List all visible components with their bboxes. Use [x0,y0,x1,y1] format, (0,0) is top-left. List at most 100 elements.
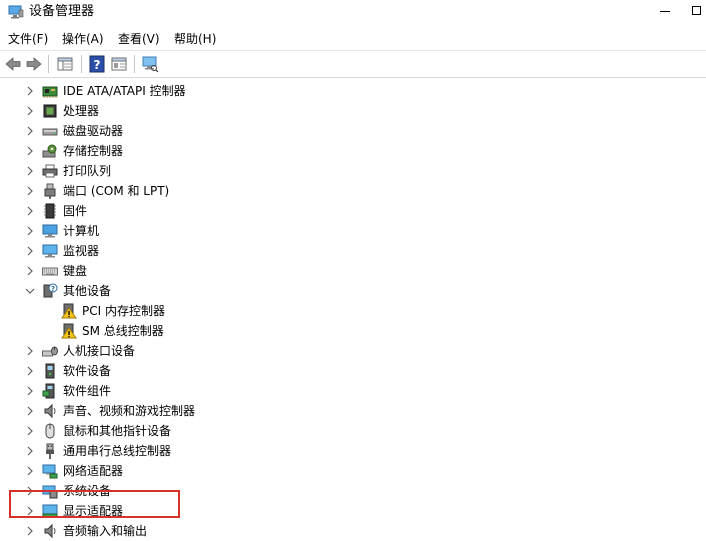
chevron-right-icon[interactable] [24,345,36,357]
warning-device-icon [61,303,77,319]
chevron-right-icon[interactable] [24,425,36,437]
tree-item-mouse[interactable]: 鼠标和其他指针设备 [0,421,700,441]
tree-item-hid[interactable]: 人机接口设备 [0,341,700,361]
device-tree: IDE ATA/ATAPI 控制器 处理器 磁盘驱动器 存储控制器 打印队列 端… [0,81,706,541]
chevron-right-icon[interactable] [24,145,36,157]
tree-item-label: 人机接口设备 [63,344,136,358]
port-icon [44,183,56,199]
tree-item-disk-drive[interactable]: 磁盘驱动器 [0,121,700,141]
properties-icon[interactable] [110,55,128,73]
show-hide-tree-icon[interactable] [56,55,74,73]
toolbar-separator [48,55,49,73]
toolbar-separator [81,55,82,73]
tree-item-software-component[interactable]: 软件组件 [0,381,700,401]
chevron-right-icon[interactable] [24,165,36,177]
chevron-right-icon[interactable] [24,525,36,537]
menu-action[interactable]: 操作(A) [62,31,104,47]
svg-text:?: ? [94,58,101,72]
tree-item-label: 系统设备 [63,484,112,498]
chevron-right-icon[interactable] [24,245,36,257]
tree-item-label: 软件组件 [63,384,112,398]
usb-icon [46,443,54,459]
tree-item-other-devices[interactable]: ? 其他设备 [0,281,700,301]
tree-item-label: 处理器 [63,104,100,118]
chevron-right-icon[interactable] [24,85,36,97]
tree-item-storage-controller[interactable]: 存储控制器 [0,141,700,161]
disk-drive-icon [42,128,58,136]
chevron-right-icon[interactable] [24,125,36,137]
menu-file[interactable]: 文件(F) [8,31,48,47]
svg-text:?: ? [51,285,55,293]
tree-item-label: 显示适配器 [63,504,124,518]
tree-item-system-device[interactable]: 系统设备 [0,481,700,501]
chevron-right-icon[interactable] [24,225,36,237]
title-bar: 设备管理器 [0,0,706,26]
tree-item-label: 端口 (COM 和 LPT) [63,184,170,198]
tree-item-firmware[interactable]: 固件 [0,201,700,221]
chevron-right-icon[interactable] [24,485,36,497]
tree-item-display-adapter[interactable]: 显示适配器 [0,501,700,521]
software-component-icon [42,383,55,399]
minimize-button[interactable] [648,0,684,24]
tree-item-computer[interactable]: 计算机 [0,221,700,241]
maximize-button[interactable] [686,0,706,24]
tree-item-usb-controller[interactable]: 通用串行总线控制器 [0,441,700,461]
chevron-right-icon[interactable] [24,365,36,377]
tree-item-label: IDE ATA/ATAPI 控制器 [63,84,186,98]
help-icon[interactable]: ? [88,55,106,73]
tree-item-print-queue[interactable]: 打印队列 [0,161,700,181]
computer-icon [42,224,58,238]
tree-item-label: 音频输入和输出 [63,524,148,538]
tree-item-port[interactable]: 端口 (COM 和 LPT) [0,181,700,201]
tree-item-sound-video-game[interactable]: 声音、视频和游戏控制器 [0,401,700,421]
tree-item-processor[interactable]: 处理器 [0,101,700,121]
software-device-icon [45,363,55,379]
tree-item-ide-controller[interactable]: IDE ATA/ATAPI 控制器 [0,81,700,101]
tree-item-audio-io[interactable]: 音频输入和输出 [0,521,700,541]
tree-item-software-device[interactable]: 软件设备 [0,361,700,381]
chevron-right-icon[interactable] [24,505,36,517]
chevron-right-icon[interactable] [24,445,36,457]
device-manager-window: 设备管理器 文件(F) 操作(A) 查看(V) 帮助(H) ? IDE ATA/… [0,0,706,541]
monitor-icon [42,244,58,258]
system-device-icon [42,485,58,499]
chevron-right-icon[interactable] [24,405,36,417]
tree-item-keyboard[interactable]: 键盘 [0,261,700,281]
tree-item-label: 声音、视频和游戏控制器 [63,404,196,418]
chevron-right-icon[interactable] [24,385,36,397]
processor-icon [43,104,57,118]
chevron-right-icon[interactable] [24,265,36,277]
tree-item-label: 磁盘驱动器 [63,124,124,138]
chevron-down-icon[interactable] [24,285,36,297]
printer-icon [42,164,58,178]
tree-item-label: 打印队列 [63,164,112,178]
chevron-right-icon[interactable] [24,205,36,217]
tree-item-label: 软件设备 [63,364,112,378]
other-devices-icon: ? [43,283,58,298]
mouse-icon [45,423,55,439]
menu-help[interactable]: 帮助(H) [174,31,216,47]
audio-icon [44,403,56,419]
tree-item-monitor[interactable]: 监视器 [0,241,700,261]
menu-view[interactable]: 查看(V) [118,31,160,47]
tree-item-label: 固件 [63,204,88,218]
tree-item-pci-memory-controller[interactable]: PCI 内存控制器 [0,301,700,321]
tree-item-sm-bus-controller[interactable]: SM 总线控制器 [0,321,700,341]
window-title: 设备管理器 [29,4,95,19]
toolbar-separator [134,55,135,73]
storage-controller-icon [42,144,57,158]
tree-item-network-adapter[interactable]: 网络适配器 [0,461,700,481]
chevron-right-icon[interactable] [24,105,36,117]
back-arrow-icon[interactable] [4,55,22,73]
ide-controller-icon [42,86,58,98]
keyboard-icon [42,267,58,276]
tree-item-label: 键盘 [63,264,88,278]
forward-arrow-icon[interactable] [25,55,43,73]
tree-item-label: PCI 内存控制器 [82,304,165,318]
scan-hardware-icon[interactable] [141,55,159,73]
tree-item-label: 其他设备 [63,284,112,298]
chevron-right-icon[interactable] [24,185,36,197]
tree-item-label: 计算机 [63,224,100,238]
firmware-icon [44,203,56,219]
chevron-right-icon[interactable] [24,465,36,477]
